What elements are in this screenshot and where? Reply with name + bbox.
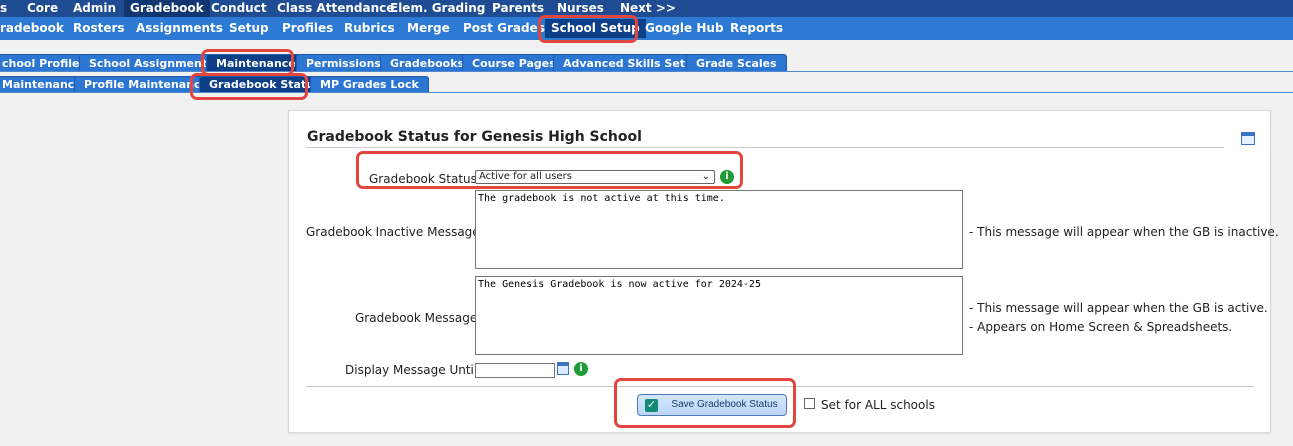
- home-screen-hint: - Appears on Home Screen & Spreadsheets.: [969, 320, 1233, 334]
- top-nav-next[interactable]: Next >>: [620, 0, 676, 17]
- save-button-label: Save Gradebook Status: [671, 399, 778, 410]
- second-nav-school-setup[interactable]: School Setup: [545, 19, 646, 38]
- second-nav-merge[interactable]: Merge: [407, 17, 450, 40]
- gradebook-status-value: Active for all users: [479, 171, 572, 182]
- second-nav-rosters[interactable]: Rosters: [73, 17, 125, 40]
- gradebook-status-panel: Gradebook Status for Genesis High School…: [288, 110, 1279, 433]
- gradebook-message-textarea[interactable]: [475, 276, 963, 355]
- subtab-mp-grades-lock[interactable]: MP Grades Lock: [310, 76, 429, 92]
- form-divider: [306, 386, 1254, 387]
- gradebook-status-label: Gradebook Status:: [369, 172, 481, 186]
- school-setup-tabs: chool Profiles School Assignments Mainte…: [0, 53, 1293, 72]
- top-nav-class-attendance[interactable]: Class Attendance: [277, 0, 394, 17]
- second-nav-post-grades[interactable]: Post Grades: [463, 17, 545, 40]
- gradebook-status-select[interactable]: Active for all users ⌄: [475, 170, 715, 184]
- calendar-icon[interactable]: [557, 362, 569, 375]
- panel-title: Gradebook Status for Genesis High School: [307, 129, 642, 145]
- top-nav-parents[interactable]: Parents: [492, 0, 544, 17]
- top-navigation: s Core Admin Gradebook Conduct Class Att…: [0, 0, 1293, 17]
- second-nav-profiles[interactable]: Profiles: [282, 17, 333, 40]
- gradebook-inactive-message-label: Gradebook Inactive Message:: [306, 225, 484, 239]
- inactive-message-hint: - This message will appear when the GB i…: [969, 225, 1279, 239]
- gradebook-navigation: radebook Rosters Assignments Setup Profi…: [0, 17, 1293, 40]
- second-nav-setup[interactable]: Setup: [229, 17, 269, 40]
- gradebook-message-label: Gradebook Message:: [355, 311, 482, 325]
- gradebook-inactive-message-textarea[interactable]: [475, 190, 963, 269]
- subtab-profile-maintenance[interactable]: Profile Maintenance: [74, 76, 219, 92]
- chevron-down-icon: ⌄: [701, 171, 710, 182]
- info-icon[interactable]: i: [574, 362, 588, 376]
- set-for-all-schools-checkbox[interactable]: [804, 398, 815, 409]
- tab-school-assignments[interactable]: School Assignments: [79, 54, 224, 71]
- display-message-until-label: Display Message Until:: [345, 363, 482, 377]
- top-nav-elementary-grading[interactable]: Elem. Grading: [390, 0, 485, 17]
- tab-maintenance[interactable]: Maintenance: [206, 54, 306, 71]
- save-gradebook-status-button[interactable]: ✓ Save Gradebook Status: [637, 394, 787, 416]
- second-nav-rubrics[interactable]: Rubrics: [344, 17, 395, 40]
- tab-permissions[interactable]: Permissions: [296, 54, 391, 71]
- second-nav-reports[interactable]: Reports: [730, 17, 783, 40]
- top-nav-admin[interactable]: Admin: [73, 0, 116, 17]
- second-nav-gradebook-partial[interactable]: radebook: [0, 17, 64, 40]
- check-icon: ✓: [645, 399, 658, 412]
- maintenance-subtabs: Maintenance Profile Maintenance Gradeboo…: [0, 75, 1293, 93]
- set-for-all-schools-label: Set for ALL schools: [821, 398, 935, 412]
- tab-gradebooks[interactable]: Gradebooks: [380, 54, 475, 71]
- top-nav-core[interactable]: Core: [27, 0, 58, 17]
- second-nav-google-hub[interactable]: Google Hub: [645, 17, 724, 40]
- active-message-hint: - This message will appear when the GB i…: [969, 301, 1268, 315]
- tab-course-pages[interactable]: Course Pages: [462, 54, 566, 71]
- info-icon[interactable]: i: [720, 170, 734, 184]
- second-nav-assignments[interactable]: Assignments: [136, 17, 223, 40]
- display-message-until-input[interactable]: [475, 363, 555, 378]
- title-divider: [306, 147, 1224, 148]
- top-nav-conduct[interactable]: Conduct: [211, 0, 267, 17]
- top-nav-partial-item[interactable]: s: [0, 0, 7, 17]
- top-nav-gradebook[interactable]: Gradebook: [124, 0, 210, 17]
- top-nav-nurses[interactable]: Nurses: [557, 0, 604, 17]
- calendar-icon[interactable]: [1241, 132, 1255, 145]
- tab-grade-scales[interactable]: Grade Scales: [686, 54, 787, 71]
